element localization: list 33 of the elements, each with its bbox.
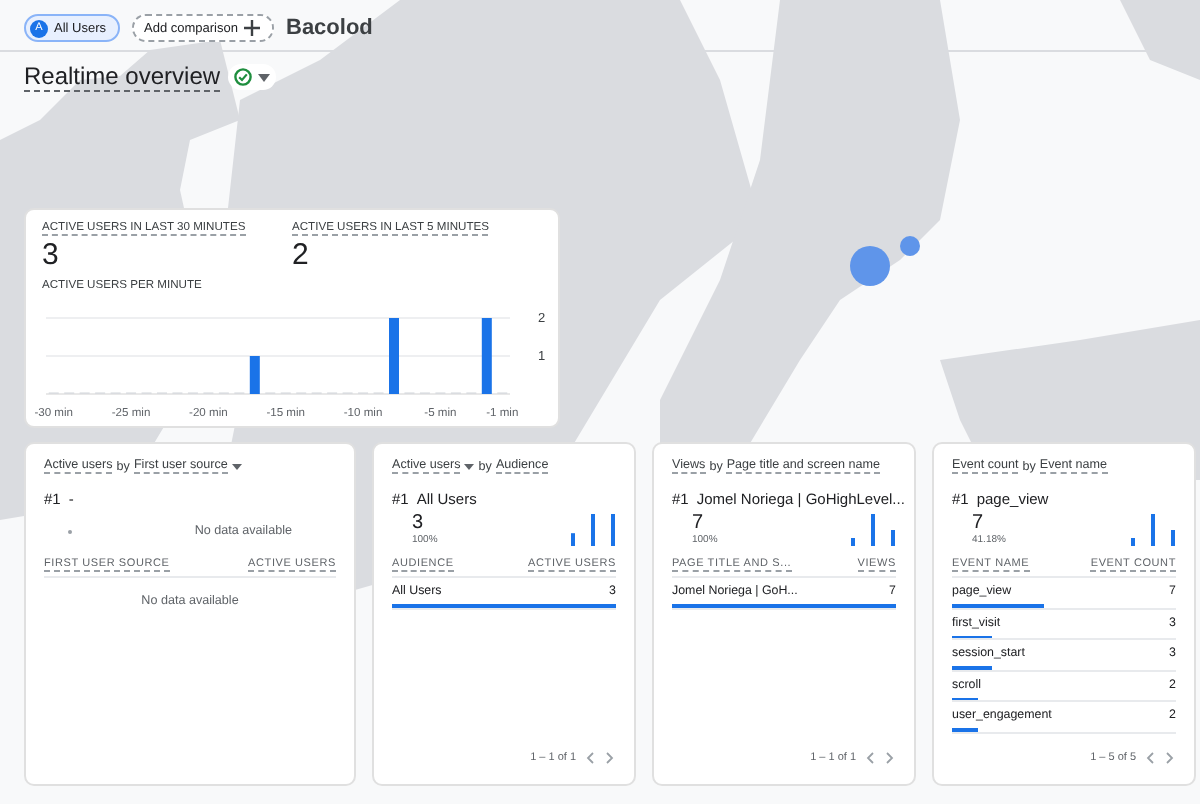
minute-bar: [481, 318, 492, 394]
minute-bar: [389, 318, 399, 394]
chevron-left-icon: [866, 752, 874, 764]
metric-value: 2: [292, 238, 309, 272]
top-value: 7: [972, 512, 986, 534]
status-dropdown[interactable]: [228, 64, 277, 90]
chevron-left-icon: [586, 752, 594, 764]
top-value: 7: [692, 512, 706, 534]
page-title: Realtime overview: [24, 62, 221, 92]
chevron-left-icon: [1146, 752, 1154, 764]
minute-bar: [249, 356, 260, 394]
chevron-right-icon: [606, 752, 614, 764]
metric-value: 3: [42, 238, 59, 272]
caret-down-icon: [464, 463, 475, 469]
mini-bar-chart-drawing: [850, 514, 896, 546]
previous-page-button[interactable]: [584, 750, 596, 766]
next-page-button[interactable]: [604, 750, 616, 766]
chevron-right-icon: [886, 752, 894, 764]
check-circle-icon: [234, 68, 253, 86]
mini-bar-chart-drawing: [1130, 514, 1176, 546]
location-bubble: [850, 246, 890, 286]
plus-icon: [244, 20, 260, 36]
caret-down-icon: [231, 463, 242, 469]
mini-bar-chart-drawing: [570, 514, 616, 546]
location-bubble: [900, 236, 920, 256]
top-value: 3: [412, 512, 426, 534]
previous-page-button[interactable]: [864, 750, 876, 766]
chevron-right-icon: [1166, 752, 1174, 764]
location-title: Bacolod: [286, 16, 373, 40]
previous-page-button[interactable]: [1144, 750, 1156, 766]
caret-down-icon: [258, 73, 271, 81]
next-page-button[interactable]: [884, 750, 896, 766]
next-page-button[interactable]: [1164, 750, 1176, 766]
